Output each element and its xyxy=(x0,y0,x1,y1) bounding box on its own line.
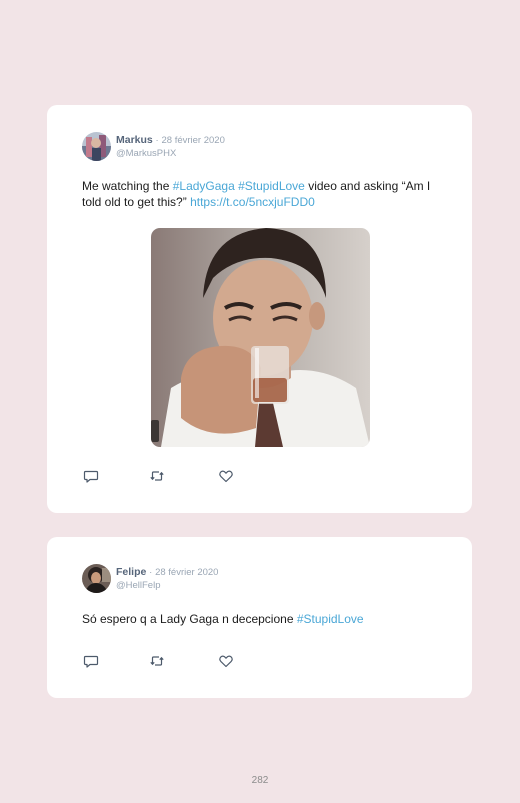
reply-icon[interactable] xyxy=(83,468,99,484)
tweet-text-part: Só espero q a Lady Gaga n decepcione xyxy=(82,612,297,626)
hashtag-link[interactable]: #StupidLove xyxy=(297,612,364,626)
heart-icon[interactable] xyxy=(218,468,234,484)
avatar[interactable] xyxy=(82,564,111,593)
tweet-text: Só espero q a Lady Gaga n decepcione #St… xyxy=(82,611,444,627)
tweet-url-link[interactable]: https://t.co/5ncxjuFDD0 xyxy=(190,195,315,209)
page-number: 282 xyxy=(251,775,269,786)
meta-separator: · xyxy=(155,135,159,146)
tweet-date[interactable]: 28 février 2020 xyxy=(155,567,218,578)
author-handle[interactable]: @MarkusPHX xyxy=(116,149,225,159)
avatar[interactable] xyxy=(82,132,111,161)
retweet-icon[interactable] xyxy=(149,468,165,484)
tweet-text: Me watching the #LadyGaga #StupidLove vi… xyxy=(82,178,444,210)
reply-icon[interactable] xyxy=(83,653,99,669)
author-handle[interactable]: @HellFelp xyxy=(116,581,218,591)
media-illustration xyxy=(151,228,370,447)
author-name[interactable]: Felipe xyxy=(116,566,146,578)
tweet-header: Felipe · 28 février 2020 @HellFelp xyxy=(82,564,218,594)
tweet-text-part: Me watching the xyxy=(82,179,173,193)
avatar-image xyxy=(82,132,111,161)
heart-icon[interactable] xyxy=(218,653,234,669)
retweet-icon[interactable] xyxy=(149,653,165,669)
avatar-image xyxy=(82,564,111,593)
tweet-media-image[interactable] xyxy=(151,228,370,447)
page: Markus · 28 février 2020 @MarkusPHX Me w… xyxy=(0,0,520,803)
author-name[interactable]: Markus xyxy=(116,134,153,146)
tweet-card: Markus · 28 février 2020 @MarkusPHX Me w… xyxy=(47,105,472,513)
tweet-card: Felipe · 28 février 2020 @HellFelp Só es… xyxy=(47,537,472,698)
tweet-meta: Felipe · 28 février 2020 @HellFelp xyxy=(116,564,218,591)
tweet-date[interactable]: 28 février 2020 xyxy=(162,135,225,146)
hashtag-link[interactable]: #StupidLove xyxy=(238,179,305,193)
hashtag-link[interactable]: #LadyGaga xyxy=(173,179,235,193)
tweet-header: Markus · 28 février 2020 @MarkusPHX xyxy=(82,132,225,162)
tweet-meta: Markus · 28 février 2020 @MarkusPHX xyxy=(116,132,225,159)
meta-separator: · xyxy=(149,567,153,578)
